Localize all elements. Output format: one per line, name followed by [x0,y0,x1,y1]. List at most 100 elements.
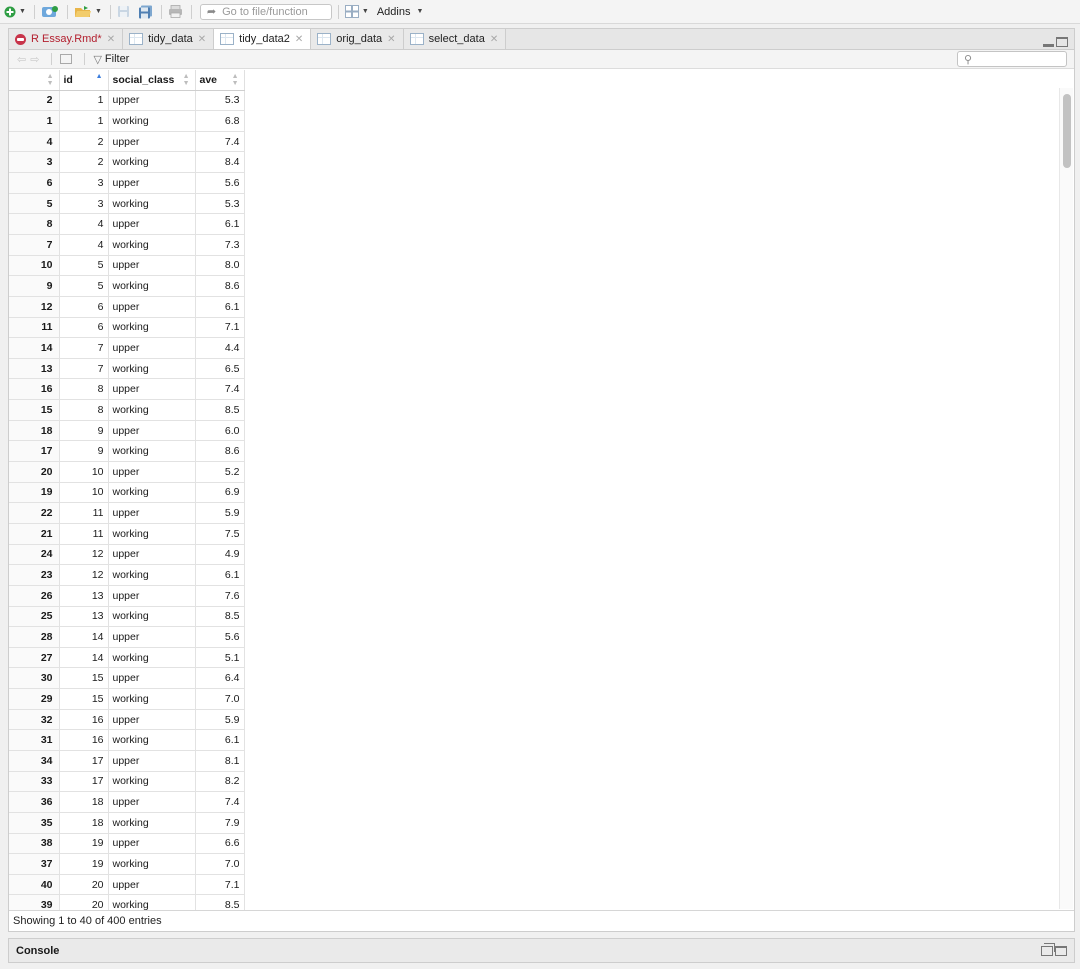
workspace-panes-button[interactable]: ▼ [344,2,369,22]
entries-status-text: Showing 1 to 40 of 400 entries [13,915,162,927]
table-row[interactable]: 23 12 working 6.1 [9,564,245,586]
table-row[interactable]: 14 7 upper 4.4 [9,337,245,359]
table-row[interactable]: 19 10 working 6.9 [9,482,245,504]
table-row[interactable]: 7 4 working 7.3 [9,234,245,256]
table-row[interactable]: 34 17 upper 8.1 [9,750,245,772]
table-row[interactable]: 15 8 working 8.5 [9,399,245,421]
row-name-cell: 25 [9,606,60,628]
row-name-cell: 7 [9,234,60,256]
go-to-file-input[interactable]: ➦ Go to file/function [199,3,332,20]
ave-cell: 8.6 [195,275,245,297]
table-row[interactable]: 6 3 upper 5.6 [9,172,245,194]
save-button[interactable] [117,2,130,22]
scrollbar-thumb[interactable] [1063,94,1071,168]
new-file-button[interactable]: ▼ [4,2,26,22]
table-row[interactable]: 36 18 upper 7.4 [9,791,245,813]
close-tab-icon[interactable]: ✕ [387,34,395,45]
addins-menu[interactable]: Addins ▼ [377,6,424,18]
data-grid-icon [409,33,424,45]
social-class-cell: upper [108,378,196,401]
table-row[interactable]: 24 12 upper 4.9 [9,544,245,566]
save-all-button[interactable] [138,2,153,22]
social-class-cell: working [108,564,196,586]
table-row[interactable]: 26 13 upper 7.6 [9,585,245,607]
new-project-button[interactable] [41,2,59,22]
close-tab-icon[interactable]: ✕ [107,34,115,45]
table-row[interactable]: 37 19 working 7.0 [9,853,245,875]
table-row[interactable]: 13 7 working 6.5 [9,358,245,380]
row-name-cell: 33 [9,771,60,793]
table-row[interactable]: 40 20 upper 7.1 [9,874,245,896]
row-name-cell: 16 [9,378,60,401]
table-row[interactable]: 35 18 working 7.9 [9,812,245,834]
folder-open-icon [74,6,91,17]
workspace-panes-dropdown-icon[interactable]: ▼ [362,8,369,15]
table-row[interactable]: 18 9 upper 6.0 [9,420,245,442]
table-row[interactable]: 9 5 working 8.6 [9,275,245,297]
table-row[interactable]: 30 15 upper 6.4 [9,667,245,690]
tab-r-essay[interactable]: R Essay.Rmd* ✕ [9,29,124,49]
table-row[interactable]: 2 1 upper 5.3 [9,90,245,112]
table-row[interactable]: 32 16 upper 5.9 [9,709,245,731]
column-header-id[interactable]: id ▲ [59,70,109,91]
table-row[interactable]: 33 17 working 8.2 [9,771,245,793]
row-name-cell: 38 [9,833,60,855]
tab-orig-data[interactable]: orig_data ✕ [311,29,404,49]
table-row[interactable]: 4 2 upper 7.4 [9,131,245,153]
tab-label: tidy_data2 [239,33,290,45]
search-input[interactable]: ⚲ [957,51,1067,67]
table-row[interactable]: 12 6 upper 6.1 [9,296,245,318]
tab-tidy-data2[interactable]: tidy_data2 ✕ [214,29,312,49]
maximize-pane-icon[interactable] [1055,945,1067,956]
table-row[interactable]: 25 13 working 8.5 [9,606,245,628]
open-file-dropdown-icon[interactable]: ▼ [95,8,102,15]
row-name-cell: 2 [9,90,60,112]
table-row[interactable]: 5 3 working 5.3 [9,193,245,215]
table-row[interactable]: 21 11 working 7.5 [9,523,245,545]
social-class-cell: working [108,647,196,669]
minimize-pane-icon[interactable] [1043,43,1054,47]
ave-cell: 8.5 [195,606,245,628]
table-row[interactable]: 1 1 working 6.8 [9,110,245,132]
tab-tidy-data[interactable]: tidy_data ✕ [123,29,215,49]
table-row[interactable]: 22 11 upper 5.9 [9,502,245,524]
social-class-cell: working [108,812,196,834]
table-row[interactable]: 16 8 upper 7.4 [9,378,245,401]
id-cell: 17 [59,771,109,793]
forward-arrow-icon[interactable]: ⇨ [30,53,39,66]
restore-pane-icon[interactable] [1041,942,1055,956]
column-header-rownames[interactable]: ▲ ▼ [9,70,60,91]
table-row[interactable]: 10 5 upper 8.0 [9,255,245,277]
social-class-cell: upper [108,296,196,318]
row-name-cell: 6 [9,172,60,194]
vertical-scrollbar[interactable] [1059,88,1073,909]
table-row[interactable]: 39 20 working 8.5 [9,894,245,910]
tab-select-data[interactable]: select_data ✕ [403,29,507,49]
table-row[interactable]: 31 16 working 6.1 [9,729,245,751]
table-row[interactable]: 11 6 working 7.1 [9,317,245,339]
column-header-social-class[interactable]: social_class ▲ ▼ [108,70,196,91]
table-row[interactable]: 3 2 working 8.4 [9,151,245,174]
back-arrow-icon[interactable]: ⇦ [17,53,26,66]
column-header-ave[interactable]: ave ▲ ▼ [195,70,245,91]
row-name-cell: 35 [9,812,60,834]
table-row[interactable]: 38 19 upper 6.6 [9,833,245,855]
show-in-new-window-icon[interactable] [60,54,73,64]
table-row[interactable]: 8 4 upper 6.1 [9,213,245,235]
table-row[interactable]: 29 15 working 7.0 [9,688,245,710]
table-row[interactable]: 17 9 working 8.6 [9,440,245,463]
open-file-button[interactable]: ▼ [74,2,102,22]
print-button[interactable] [168,2,183,22]
filter-button[interactable]: ▽ Filter [93,53,129,66]
console-pane-header[interactable]: Console [8,938,1075,963]
close-tab-icon[interactable]: ✕ [490,34,498,45]
maximize-pane-icon[interactable] [1056,37,1068,47]
new-file-dropdown-icon[interactable]: ▼ [19,8,26,15]
close-tab-icon[interactable]: ✕ [198,34,206,45]
table-row[interactable]: 27 14 working 5.1 [9,647,245,669]
close-tab-icon[interactable]: ✕ [295,34,303,45]
table-row[interactable]: 28 14 upper 5.6 [9,626,245,648]
table-row[interactable]: 20 10 upper 5.2 [9,461,245,483]
social-class-cell: working [108,358,196,380]
id-cell: 4 [59,213,109,235]
